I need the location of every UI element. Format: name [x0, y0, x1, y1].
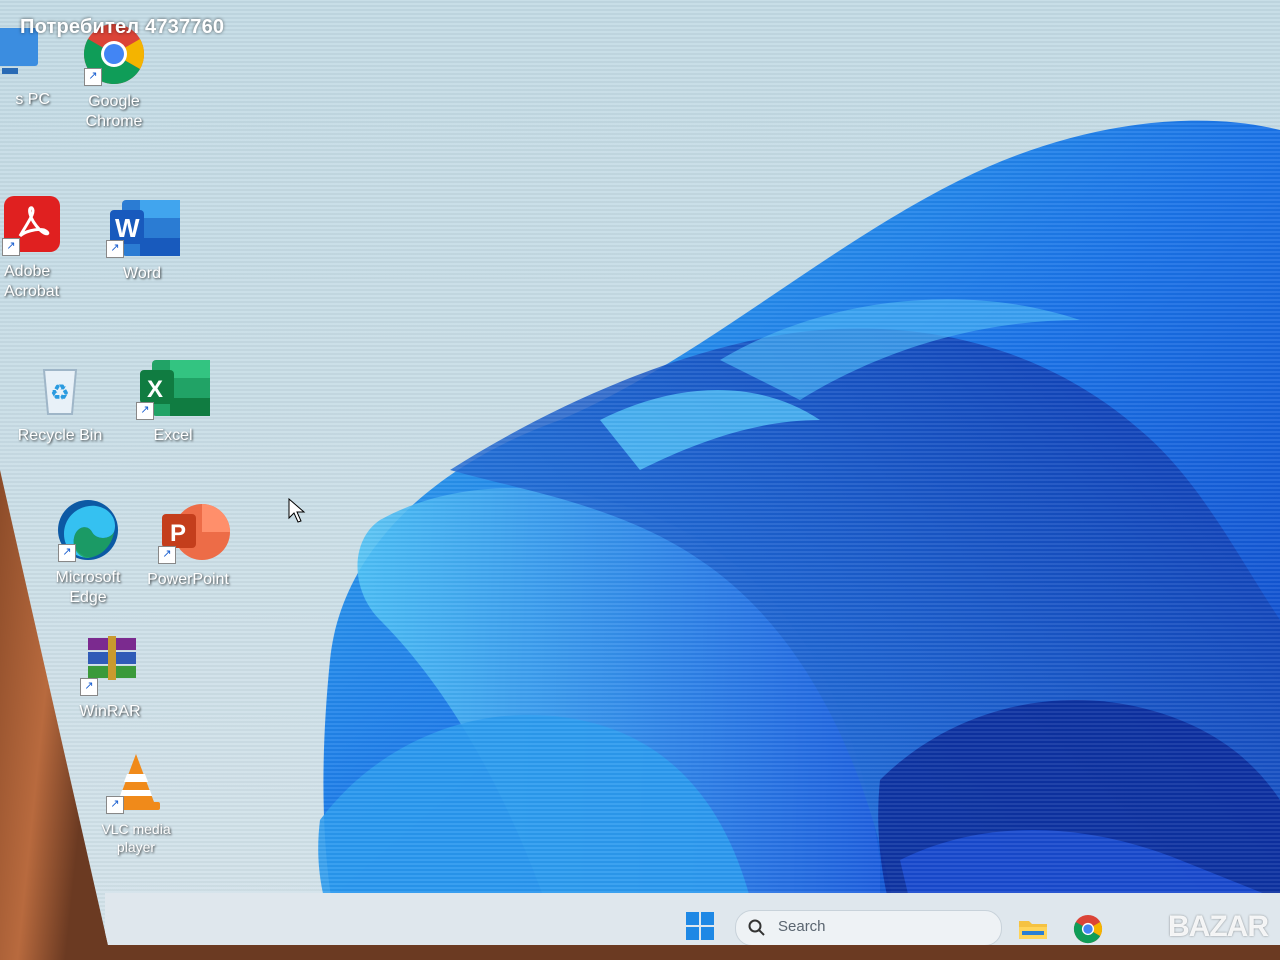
svg-text:♻: ♻	[50, 380, 70, 405]
desktop-icon-adobe-acrobat[interactable]: ↗ Adobe Acrobat	[0, 192, 82, 302]
vlc-icon: ↗	[104, 750, 168, 814]
edge-icon: ↗	[56, 498, 120, 562]
shortcut-arrow-icon: ↗	[106, 240, 124, 258]
svg-text:X: X	[147, 376, 163, 403]
search-icon	[748, 919, 765, 936]
desktop-icon-winrar[interactable]: ↗ WinRAR	[60, 632, 160, 722]
desktop-icon-label: Google Chrome	[85, 93, 143, 130]
desktop-screen: s PC ↗ Google Chrome ↗ Adobe Acrobat W ↗…	[0, 0, 1280, 945]
recycle-bin-icon: ♻	[28, 356, 92, 420]
desktop-icon-label: Word	[123, 265, 161, 282]
desktop-icon-vlc-media-player[interactable]: ↗ VLC media player	[86, 750, 186, 856]
watermark-bazar: BAZAR	[1168, 910, 1269, 943]
chrome-icon[interactable]	[1073, 914, 1103, 944]
windows-start-icon[interactable]	[686, 912, 714, 940]
shortcut-arrow-icon: ↗	[158, 546, 176, 564]
desktop-icon-word[interactable]: W ↗ Word	[86, 194, 186, 284]
winrar-icon: ↗	[78, 632, 142, 696]
desktop-icon-label: s PC	[15, 91, 50, 108]
desktop-icon-label: WinRAR	[79, 703, 141, 720]
watermark-user: Потребител 4737760	[20, 16, 225, 38]
mouse-cursor-icon	[288, 498, 306, 523]
desktop-icon-label: PowerPoint	[147, 571, 229, 588]
powerpoint-icon: P ↗	[156, 500, 230, 564]
desktop-icon-label: VLC media player	[101, 821, 171, 855]
desktop-icon-microsoft-edge[interactable]: ↗ Microsoft Edge	[38, 498, 138, 608]
desktop-icon-label: Adobe Acrobat	[4, 263, 60, 300]
desktop-icon-recycle-bin[interactable]: ♻ Recycle Bin	[10, 356, 110, 446]
wallpaper-bloom	[318, 120, 1280, 945]
svg-text:W: W	[115, 213, 140, 243]
shortcut-arrow-icon: ↗	[58, 544, 76, 562]
desktop-icon-powerpoint[interactable]: P ↗ PowerPoint	[138, 500, 238, 590]
shortcut-arrow-icon: ↗	[80, 678, 98, 696]
excel-icon: X ↗	[134, 356, 210, 420]
shortcut-arrow-icon: ↗	[136, 402, 154, 420]
folder-icon[interactable]	[1018, 918, 1048, 940]
shortcut-arrow-icon: ↗	[2, 238, 20, 256]
shortcut-arrow-icon: ↗	[84, 68, 102, 86]
shortcut-arrow-icon: ↗	[106, 796, 124, 814]
taskbar-search-box[interactable]	[735, 910, 1002, 945]
desktop-icon-label: Excel	[153, 427, 193, 444]
acrobat-icon: ↗	[0, 192, 64, 256]
desktop-icon-label: Microsoft Edge	[55, 569, 121, 606]
desktop-icon-label: Recycle Bin	[17, 427, 103, 444]
desktop-icon-excel[interactable]: X ↗ Excel	[116, 356, 216, 446]
word-icon: W ↗	[104, 194, 180, 258]
svg-text:P: P	[170, 520, 186, 547]
search-placeholder: Search	[778, 918, 826, 935]
